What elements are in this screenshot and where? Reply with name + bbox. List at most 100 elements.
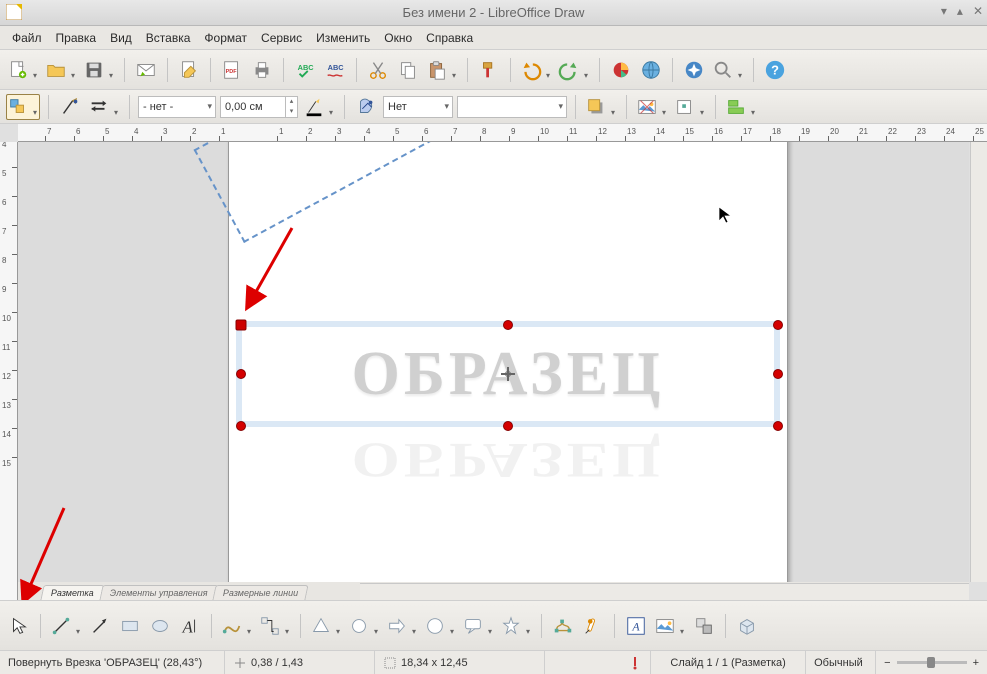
new-button[interactable] xyxy=(6,57,40,83)
spellcheck-auto-button[interactable]: ABC xyxy=(322,57,348,83)
rotation-handle-bl[interactable] xyxy=(236,421,246,431)
canvas-viewport[interactable]: ОБРАЗЕЦ ОБРАЗЕЦ xyxy=(18,142,969,582)
line-dialog-button[interactable] xyxy=(57,94,83,120)
rotation-handle-mr[interactable] xyxy=(773,369,783,379)
line-tool[interactable] xyxy=(49,613,83,639)
fill-style-combo[interactable]: Нет xyxy=(383,96,453,118)
maximize-icon[interactable]: ▴ xyxy=(957,4,963,18)
rotation-handle-br[interactable] xyxy=(773,421,783,431)
text-tool[interactable]: A xyxy=(177,613,203,639)
tab-dimlines[interactable]: Размерные линии xyxy=(213,585,309,600)
menu-insert[interactable]: Вставка xyxy=(140,29,197,47)
annotation-arrow-1 xyxy=(234,220,304,320)
minimize-icon[interactable]: ▾ xyxy=(941,4,947,18)
area-dialog-button[interactable] xyxy=(353,94,379,120)
symbol-shapes-tool[interactable] xyxy=(347,613,381,639)
app-icon xyxy=(6,4,22,20)
zoom-out-icon[interactable]: − xyxy=(884,657,890,669)
rectangle-tool[interactable] xyxy=(117,613,143,639)
position-icon xyxy=(233,656,247,670)
svg-text:ABC: ABC xyxy=(298,63,315,72)
menu-view[interactable]: Вид xyxy=(104,29,138,47)
ellipse-tool[interactable] xyxy=(147,613,173,639)
connector-tool[interactable] xyxy=(258,613,292,639)
svg-text:ABC: ABC xyxy=(328,63,345,72)
menu-help[interactable]: Справка xyxy=(420,29,479,47)
line-width-spinner[interactable]: 0,00 см▴▾ xyxy=(220,96,298,118)
text-reflection: ОБРАЗЕЦ xyxy=(236,424,780,494)
horizontal-ruler[interactable]: 7654321123456789101112131415161718192021… xyxy=(18,124,987,142)
menu-window[interactable]: Окно xyxy=(378,29,418,47)
window-title: Без имени 2 - LibreOffice Draw xyxy=(403,5,585,20)
cut-button[interactable] xyxy=(365,57,391,83)
mail-button[interactable] xyxy=(133,57,159,83)
standard-toolbar: PDF ABC ABC ? xyxy=(0,50,987,90)
image-toggle-button[interactable] xyxy=(635,94,669,120)
flowchart-tool[interactable] xyxy=(423,613,457,639)
redo-button[interactable] xyxy=(557,57,591,83)
rotation-handle-ml[interactable] xyxy=(236,369,246,379)
rotation-handle-tr[interactable] xyxy=(773,320,783,330)
fill-color-combo[interactable] xyxy=(457,96,567,118)
status-action: Повернуть Врезка 'ОБРАЗЕЦ' (28,43°) xyxy=(0,651,225,674)
copy-button[interactable] xyxy=(395,57,421,83)
save-button[interactable] xyxy=(82,57,116,83)
close-icon[interactable]: ✕ xyxy=(973,4,983,18)
svg-text:PDF: PDF xyxy=(226,68,238,74)
undo-button[interactable] xyxy=(519,57,553,83)
arrow-line-tool[interactable] xyxy=(87,613,113,639)
rotation-handle-tl[interactable] xyxy=(236,320,247,331)
status-mode[interactable]: Обычный xyxy=(806,651,876,674)
rotation-handle-bc[interactable] xyxy=(503,421,513,431)
tab-controls[interactable]: Элементы управления xyxy=(99,585,218,600)
hyperlink-button[interactable] xyxy=(638,57,664,83)
curve-tool[interactable] xyxy=(220,613,254,639)
rotation-handle-tc[interactable] xyxy=(503,320,513,330)
print-button[interactable] xyxy=(249,57,275,83)
zoom-button[interactable] xyxy=(711,57,745,83)
edit-points-tool[interactable] xyxy=(550,613,576,639)
status-size: 18,34 x 12,45 xyxy=(375,651,545,674)
export-pdf-button[interactable]: PDF xyxy=(219,57,245,83)
help-button[interactable]: ? xyxy=(762,57,788,83)
extrusion-tool[interactable] xyxy=(734,613,760,639)
zoom-in-icon[interactable]: + xyxy=(973,657,979,669)
size-icon xyxy=(383,656,397,670)
align-button[interactable] xyxy=(724,94,758,120)
menu-tools[interactable]: Сервис xyxy=(255,29,308,47)
gallery-tool[interactable] xyxy=(691,613,717,639)
stars-tool[interactable] xyxy=(499,613,533,639)
status-modified[interactable] xyxy=(545,651,651,674)
navigator-button[interactable] xyxy=(681,57,707,83)
position-size-button[interactable] xyxy=(6,94,40,120)
menu-modify[interactable]: Изменить xyxy=(310,29,376,47)
fontwork-tool[interactable]: A xyxy=(623,613,649,639)
horizontal-scrollbar[interactable] xyxy=(360,583,969,600)
open-button[interactable] xyxy=(44,57,78,83)
block-arrows-tool[interactable] xyxy=(385,613,419,639)
status-slide[interactable]: Слайд 1 / 1 (Разметка) xyxy=(651,651,806,674)
spellcheck-button[interactable]: ABC xyxy=(292,57,318,83)
callouts-tool[interactable] xyxy=(461,613,495,639)
chart-button[interactable] xyxy=(608,57,634,83)
zoom-slider[interactable]: − + xyxy=(876,657,987,669)
menu-format[interactable]: Формат xyxy=(198,29,253,47)
svg-text:A: A xyxy=(631,619,640,633)
arrow-style-button[interactable] xyxy=(87,94,121,120)
menu-edit[interactable]: Правка xyxy=(50,29,103,47)
svg-text:A: A xyxy=(182,617,194,636)
glue-points-tool[interactable] xyxy=(580,613,606,639)
from-file-tool[interactable] xyxy=(653,613,687,639)
line-style-combo[interactable]: - нет - xyxy=(138,96,216,118)
menu-file[interactable]: Файл xyxy=(6,29,48,47)
rotation-center[interactable] xyxy=(501,367,515,381)
select-tool[interactable] xyxy=(6,613,32,639)
clone-format-button[interactable] xyxy=(476,57,502,83)
shadow-button[interactable] xyxy=(584,94,618,120)
line-color-button[interactable] xyxy=(302,94,336,120)
edit-button[interactable] xyxy=(176,57,202,83)
demote-button[interactable] xyxy=(673,94,707,120)
basic-shapes-tool[interactable] xyxy=(309,613,343,639)
paste-button[interactable] xyxy=(425,57,459,83)
vertical-scrollbar[interactable] xyxy=(970,142,987,582)
